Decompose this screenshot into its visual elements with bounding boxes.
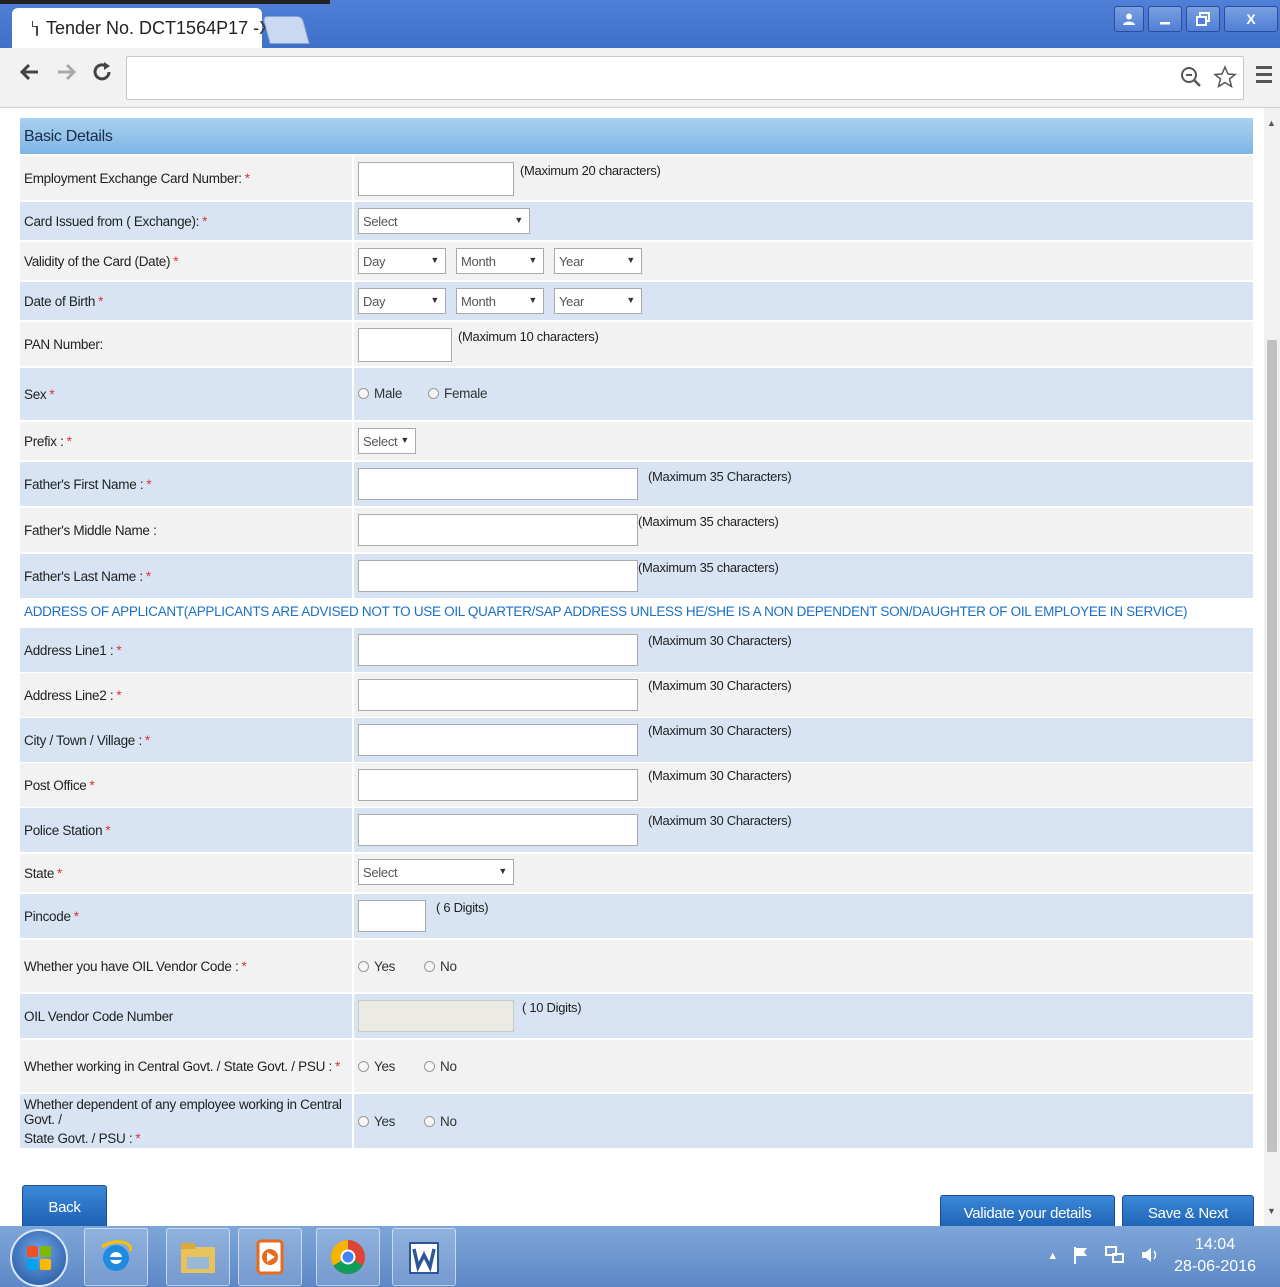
reload-icon[interactable] [90, 60, 114, 91]
emp-card-input[interactable] [358, 162, 514, 196]
forward-arrow-icon[interactable] [54, 60, 78, 91]
vendor-no-radio[interactable]: No [424, 959, 457, 974]
start-button[interactable] [10, 1229, 68, 1287]
pincode-input[interactable] [358, 900, 426, 932]
dob-year-select[interactable]: Year ▼ [554, 288, 642, 314]
row-vendor-code-question: Whether you have OIL Vendor Code : * Yes … [20, 940, 1253, 992]
windows-logo-icon [27, 1246, 51, 1270]
validity-month-select[interactable]: Month ▼ [456, 248, 544, 274]
scroll-up-icon[interactable]: ▲ [1267, 118, 1276, 128]
row-father-first: Father's First Name : * (Maximum 35 Chara… [20, 462, 1253, 506]
working-no-radio[interactable]: No [424, 1059, 457, 1074]
post-office-input[interactable] [358, 769, 638, 801]
show-hidden-icons-icon[interactable]: ▲ [1047, 1250, 1058, 1262]
validate-details-button[interactable]: Validate your details [940, 1195, 1115, 1226]
file-explorer-icon[interactable] [166, 1228, 230, 1286]
dob-day-select[interactable]: Day ▼ [358, 288, 446, 314]
new-tab-button[interactable] [262, 16, 310, 44]
action-center-flag-icon[interactable] [1072, 1245, 1090, 1268]
sex-female-radio[interactable]: Female [428, 386, 488, 401]
row-emp-card: Employment Exchange Card Number: * (Maxim… [20, 156, 1253, 200]
address-line1-input[interactable] [358, 634, 638, 666]
city-input[interactable] [358, 724, 638, 756]
dob-month-select[interactable]: Month ▼ [456, 288, 544, 314]
internet-explorer-icon[interactable] [84, 1228, 148, 1286]
police-station-input[interactable] [358, 814, 638, 846]
validity-year-select[interactable]: Year ▼ [554, 248, 642, 274]
row-address-line2: Address Line2 : * (Maximum 30 Characters) [20, 673, 1253, 717]
row-city: City / Town / Village : * (Maximum 30 Cha… [20, 718, 1253, 762]
back-arrow-icon[interactable] [18, 60, 42, 91]
row-dependent: Whether dependent of any employee workin… [20, 1094, 1253, 1148]
dependent-no-radio[interactable]: No [424, 1114, 457, 1129]
user-profile-icon[interactable] [1114, 6, 1144, 32]
row-police-station: Police Station * (Maximum 30 Characters) [20, 808, 1253, 852]
page-icon [32, 20, 38, 36]
system-tray: ▲ 14:04 28-06-2016 [1047, 1234, 1256, 1278]
save-next-button[interactable]: Save & Next [1122, 1195, 1254, 1226]
pan-input[interactable] [358, 328, 452, 362]
address-bar[interactable] [126, 56, 1244, 100]
chrome-icon[interactable] [316, 1228, 380, 1286]
omnibox-icons [1179, 65, 1237, 95]
label-emp-card: Employment Exchange Card Number: * [20, 156, 352, 200]
row-prefix: Prefix : * Select ▼ [20, 422, 1253, 460]
zoom-icon[interactable] [1179, 65, 1203, 95]
media-player-icon[interactable] [238, 1228, 302, 1286]
row-state: State * Select ▼ [20, 854, 1253, 892]
restore-icon[interactable] [1186, 6, 1220, 32]
system-clock[interactable]: 14:04 28-06-2016 [1174, 1234, 1256, 1278]
row-pan: PAN Number: (Maximum 10 characters) [20, 322, 1253, 366]
row-working-govt: Whether working in Central Govt. / State… [20, 1040, 1253, 1092]
row-pincode: Pincode * ( 6 Digits) [20, 894, 1253, 938]
sex-male-radio[interactable]: Male [358, 386, 402, 401]
row-sex: Sex * Male Female [20, 368, 1253, 420]
dependent-yes-radio[interactable]: Yes [358, 1114, 395, 1129]
vertical-scrollbar[interactable]: ▲ ▼ [1264, 108, 1280, 1226]
pan-hint: (Maximum 10 characters) [458, 329, 599, 344]
browser-toolbar [0, 48, 1280, 108]
validity-day-select[interactable]: Day ▼ [358, 248, 446, 274]
close-window-icon[interactable]: X [1224, 6, 1278, 32]
emp-card-hint: (Maximum 20 characters) [520, 163, 661, 178]
address-line2-input[interactable] [358, 679, 638, 711]
word-icon[interactable] [392, 1228, 456, 1286]
window-controls: X [1114, 6, 1278, 32]
section-header-basic-details: Basic Details [20, 118, 1253, 154]
page-content: Basic Details Employment Exchange Card N… [0, 108, 1264, 1226]
row-card-issued: Card Issued from ( Exchange): * Select ▼ [20, 202, 1253, 240]
clock-time: 14:04 [1195, 1236, 1236, 1253]
bookmark-star-icon[interactable] [1213, 65, 1237, 95]
row-vendor-code-number: OIL Vendor Code Number ( 10 Digits) [20, 994, 1253, 1038]
network-icon[interactable] [1104, 1244, 1126, 1269]
windows-taskbar: ▲ 14:04 28-06-2016 [0, 1226, 1280, 1287]
browser-tab[interactable]: Tender No. DCT1564P17 - X [12, 8, 271, 48]
tab-title: Tender No. DCT1564P17 - [46, 17, 260, 38]
minimize-icon[interactable] [1148, 6, 1182, 32]
father-last-input[interactable] [358, 560, 638, 592]
state-select[interactable]: Select ▼ [358, 859, 514, 885]
vendor-code-input[interactable] [358, 1000, 514, 1032]
father-middle-input[interactable] [358, 514, 638, 546]
volume-icon[interactable] [1140, 1245, 1160, 1268]
vendor-yes-radio[interactable]: Yes [358, 959, 395, 974]
scroll-down-icon[interactable]: ▼ [1267, 1206, 1276, 1216]
browser-titlebar: Tender No. DCT1564P17 - X X [0, 0, 1280, 48]
father-first-input[interactable] [358, 468, 638, 500]
address-notice: ADDRESS OF APPLICANT(APPLICANTS ARE ADVI… [24, 604, 1188, 619]
chrome-menu-icon[interactable] [1256, 66, 1272, 87]
row-post-office: Post Office * (Maximum 30 Characters) [20, 763, 1253, 807]
row-validity: Validity of the Card (Date) * Day ▼ Month ▼… [20, 242, 1253, 280]
titlebar-edge [0, 0, 330, 4]
working-yes-radio[interactable]: Yes [358, 1059, 395, 1074]
row-father-middle: Father's Middle Name : (Maximum 35 chara… [20, 508, 1253, 552]
back-button[interactable]: Back [22, 1185, 107, 1226]
scroll-thumb[interactable] [1267, 340, 1277, 1152]
row-address-line1: Address Line1 : * (Maximum 30 Characters) [20, 628, 1253, 672]
clock-date: 28-06-2016 [1174, 1258, 1256, 1275]
card-issued-select[interactable]: Select ▼ [358, 208, 530, 234]
row-dob: Date of Birth * Day ▼ Month ▼ Year ▼ [20, 282, 1253, 320]
row-father-last: Father's Last Name : * (Maximum 35 charac… [20, 554, 1253, 598]
prefix-select[interactable]: Select ▼ [358, 428, 416, 454]
